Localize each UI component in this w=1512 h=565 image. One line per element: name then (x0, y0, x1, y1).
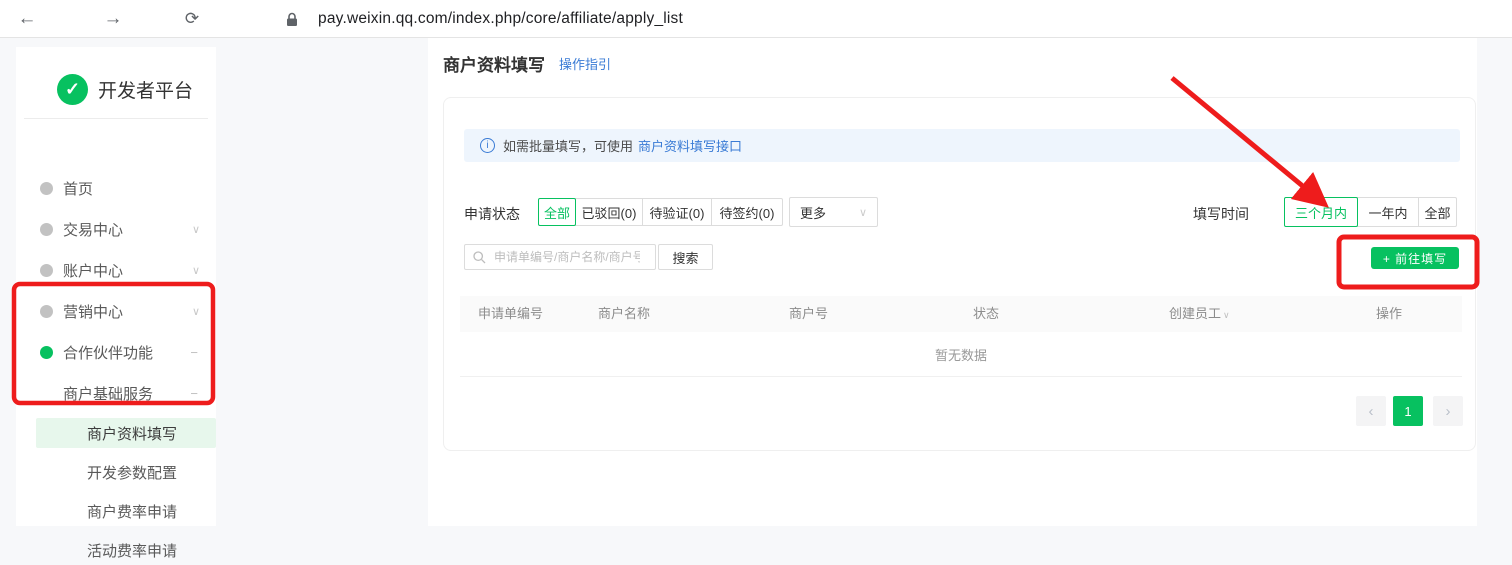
col-actions: 操作 (1376, 296, 1402, 332)
ssl-lock-icon (286, 12, 298, 32)
chevron-down-icon: ∨ (192, 223, 200, 236)
info-icon: i (480, 138, 495, 153)
address-bar-url[interactable]: pay.weixin.qq.com/index.php/core/affilia… (318, 0, 683, 38)
sidebar-item-home[interactable]: 首页 (16, 173, 216, 203)
sidebar-item-trade-center[interactable]: 交易中心 ∨ (16, 214, 216, 244)
col-creator[interactable]: 创建员工∨ (1169, 296, 1230, 332)
more-status-dropdown[interactable]: 更多 ∨ (789, 197, 878, 227)
browser-toolbar: ← → ⟳ pay.weixin.qq.com/index.php/core/a… (0, 0, 1512, 38)
sidebar-item-label: 交易中心 (63, 219, 123, 240)
browser-forward-icon[interactable]: → (98, 0, 128, 38)
time-option-1year[interactable]: 一年内 (1357, 197, 1419, 227)
chevron-down-icon: ∨ (859, 206, 867, 219)
browser-back-icon[interactable]: ← (12, 0, 42, 38)
col-apply-id: 申请单编号 (478, 296, 543, 332)
status-option-pending-sign[interactable]: 待签约(0) (711, 198, 783, 226)
sidebar-divider (24, 118, 208, 119)
menu-dot-icon-active (40, 346, 53, 359)
col-creator-label: 创建员工 (1169, 306, 1221, 321)
menu-dot-icon (40, 223, 53, 236)
banner-api-link[interactable]: 商户资料填写接口 (638, 136, 742, 155)
empty-text: 暂无数据 (935, 345, 987, 364)
search-input[interactable] (492, 249, 642, 265)
sidebar-item-account-center[interactable]: 账户中心 ∨ (16, 255, 216, 285)
sidebar-item-label: 营销中心 (63, 301, 123, 322)
menu-dot-icon (40, 182, 53, 195)
pagination-next-button[interactable]: › (1433, 396, 1463, 426)
time-filter-group: 三个月内 一年内 全部 (1284, 197, 1457, 227)
platform-title: 开发者平台 (98, 76, 193, 103)
operation-guide-link[interactable]: 操作指引 (559, 54, 611, 73)
collapse-minus-icon: − (190, 345, 198, 360)
sidebar-item-label: 活动费率申请 (87, 540, 177, 561)
banner-text: 如需批量填写，可使用 (503, 136, 633, 155)
sidebar-item-label: 商户基础服务 (63, 383, 153, 404)
info-banner: i 如需批量填写，可使用 商户资料填写接口 (464, 129, 1460, 162)
sidebar-item-dev-params-config[interactable]: 开发参数配置 (16, 457, 216, 487)
go-fill-button[interactable]: + 前往填写 (1371, 247, 1459, 269)
chevron-down-icon: ∨ (192, 264, 200, 277)
search-box (464, 244, 656, 270)
logo: ✓ 开发者平台 (16, 72, 216, 106)
time-option-all[interactable]: 全部 (1418, 197, 1457, 227)
search-icon (473, 251, 486, 264)
collapse-minus-icon: − (190, 386, 198, 401)
table-header: 申请单编号 商户名称 商户号 状态 创建员工∨ 操作 (460, 296, 1462, 332)
status-option-rejected[interactable]: 已驳回(0) (575, 198, 643, 226)
menu-dot-icon (40, 305, 53, 318)
menu-dot-icon (40, 264, 53, 277)
col-merchant-name: 商户名称 (598, 296, 650, 332)
search-button[interactable]: 搜索 (658, 244, 713, 270)
page-title: 商户资料填写 (443, 51, 545, 76)
more-label: 更多 (800, 203, 826, 222)
status-option-pending-verify[interactable]: 待验证(0) (642, 198, 712, 226)
table-empty-state: 暂无数据 (460, 332, 1462, 377)
sidebar-item-label: 合作伙伴功能 (63, 342, 153, 363)
sidebar-item-activity-rate-apply[interactable]: 活动费率申请 (16, 535, 216, 565)
status-filter-label: 申请状态 (464, 204, 520, 224)
sidebar-item-label: 首页 (63, 178, 93, 199)
content-card: i 如需批量填写，可使用 商户资料填写接口 申请状态 全部 已驳回(0) 待验证… (443, 97, 1476, 451)
sidebar-item-label: 商户资料填写 (87, 423, 177, 444)
pagination-page-1[interactable]: 1 (1393, 396, 1423, 426)
wechat-logo-icon: ✓ (57, 74, 88, 105)
sidebar: ✓ 开发者平台 首页 交易中心 ∨ 账户中心 ∨ 营销中心 ∨ 合作伙伴功能 −… (16, 47, 216, 526)
sidebar-item-merchant-info-fill[interactable]: 商户资料填写 (36, 418, 216, 448)
chevron-down-icon: ∨ (192, 305, 200, 318)
status-filter-group: 全部 已驳回(0) 待验证(0) 待签约(0) (538, 198, 783, 226)
sidebar-item-merchant-rate-apply[interactable]: 商户费率申请 (16, 496, 216, 526)
main-content: 商户资料填写 操作指引 i 如需批量填写，可使用 商户资料填写接口 申请状态 全… (428, 38, 1477, 526)
sidebar-item-merchant-basic-services[interactable]: 商户基础服务 − (16, 378, 216, 408)
sidebar-item-partner-functions[interactable]: 合作伙伴功能 − (16, 337, 216, 367)
sidebar-item-marketing-center[interactable]: 营销中心 ∨ (16, 296, 216, 326)
time-filter-label: 填写时间 (1193, 204, 1249, 224)
col-status: 状态 (973, 296, 999, 332)
time-option-3months[interactable]: 三个月内 (1284, 197, 1358, 227)
sidebar-item-label: 账户中心 (63, 260, 123, 281)
col-merchant-id: 商户号 (789, 296, 828, 332)
sidebar-item-label: 商户费率申请 (87, 501, 177, 522)
caret-down-icon: ∨ (1223, 310, 1230, 320)
status-option-all[interactable]: 全部 (538, 198, 576, 226)
pagination-prev-button[interactable]: ‹ (1356, 396, 1386, 426)
sidebar-item-label: 开发参数配置 (87, 462, 177, 483)
browser-reload-icon[interactable]: ⟳ (177, 0, 207, 38)
